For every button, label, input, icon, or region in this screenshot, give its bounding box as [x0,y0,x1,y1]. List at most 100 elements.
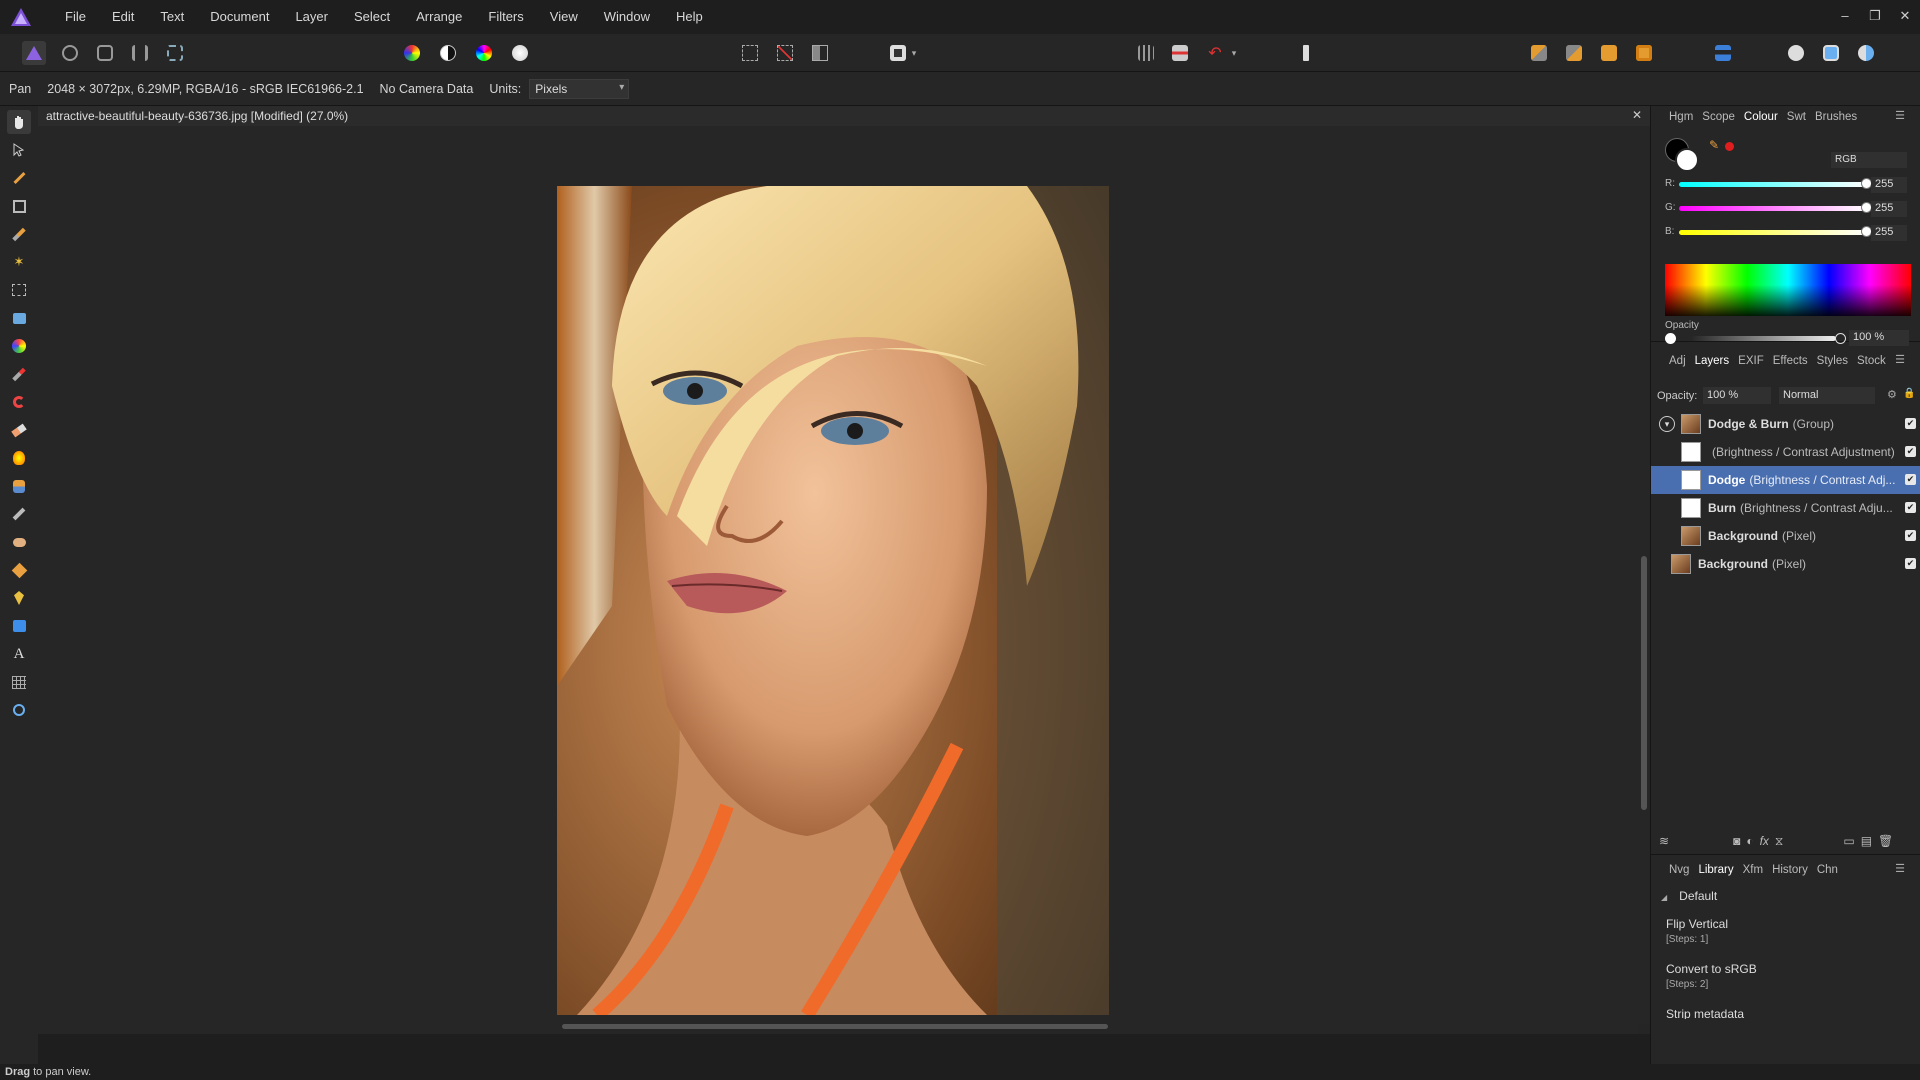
text-tool-icon[interactable]: A [7,642,31,666]
layers-panel-menu-icon[interactable]: ☰ [1895,353,1905,366]
blue-slider[interactable]: B: 255 [1665,224,1915,242]
eyedropper-icon[interactable]: ✎ [1709,138,1719,152]
quick-mask-dropdown-icon[interactable]: ▾ [908,41,920,65]
blue-value[interactable]: 255 [1871,225,1907,241]
opacity-value[interactable]: 100 % [1849,330,1909,346]
tab-history[interactable]: History [1772,864,1808,876]
tab-styles[interactable]: Styles [1817,355,1848,367]
assistant-dropdown-icon[interactable]: ▾ [1228,41,1240,65]
pen-tool-icon[interactable] [7,586,31,610]
vertical-scroll-thumb[interactable] [1641,556,1647,810]
quick-mask-icon[interactable] [886,41,910,65]
deselect-icon[interactable] [773,41,797,65]
tab-navigator[interactable]: Nvg [1669,864,1689,876]
menu-view[interactable]: View [537,0,591,34]
app-logo-icon[interactable] [4,0,38,34]
menu-document[interactable]: Document [197,0,282,34]
tab-histogram[interactable]: Hgm [1669,111,1693,123]
menu-layer[interactable]: Layer [282,0,341,34]
snapping-icon[interactable] [1134,41,1158,65]
red-slider[interactable]: R: 255 [1665,176,1915,194]
library-panel-menu-icon[interactable]: ☰ [1895,862,1905,875]
layer-row-brightness[interactable]: (Brightness / Contrast Adjustment) ✔ [1651,438,1920,466]
layer-visibility-checkbox[interactable]: ✔ [1905,446,1916,457]
new-group-icon[interactable]: ▭ [1843,834,1854,848]
move-to-front-icon[interactable] [1632,41,1656,65]
colour-spectrum[interactable] [1665,264,1911,316]
zoom-tool-icon[interactable] [7,698,31,722]
fill-stroke-swatches[interactable] [1665,138,1705,178]
develop-persona-icon[interactable] [93,41,117,65]
blemish-removal-icon[interactable] [7,502,31,526]
horizontal-scrollbar[interactable] [38,1018,1638,1034]
colour-replacement-icon[interactable] [7,390,31,414]
green-value[interactable]: 255 [1871,201,1907,217]
layer-row-dodge[interactable]: Dodge (Brightness / Contrast Adj... ✔ [1651,466,1920,494]
move-back-one-icon[interactable] [1562,41,1586,65]
adjustment-layer-icon[interactable]: ◐ [1746,834,1753,848]
macro-strip-metadata[interactable]: Strip metadata [1666,1007,1896,1019]
layer-row-background-inner[interactable]: Background (Pixel) ✔ [1651,522,1920,550]
tab-transform[interactable]: Xfm [1743,864,1763,876]
tab-layers[interactable]: Layers [1695,355,1730,367]
menu-file[interactable]: File [52,0,99,34]
layer-row-burn[interactable]: Burn (Brightness / Contrast Adju... ✔ [1651,494,1920,522]
menu-select[interactable]: Select [341,0,403,34]
layer-visibility-checkbox[interactable]: ✔ [1905,474,1916,485]
tab-colour[interactable]: Colour [1744,111,1778,123]
auto-contrast-icon[interactable] [436,41,460,65]
layer-opacity-field[interactable]: 100 % [1703,387,1771,404]
move-forward-one-icon[interactable] [1597,41,1621,65]
erase-brush-icon[interactable] [7,418,31,442]
macro-convert-srgb[interactable]: Convert to sRGB [Steps: 2] [1666,962,1896,990]
colour-picker-icon[interactable] [7,166,31,190]
layer-visibility-checkbox[interactable]: ✔ [1905,558,1916,569]
close-document-icon[interactable]: ✕ [1632,108,1642,122]
select-all-icon[interactable] [738,41,762,65]
move-to-back-icon[interactable] [1527,41,1551,65]
green-slider[interactable]: G: 255 [1665,200,1915,218]
dodge-brush-icon[interactable] [7,446,31,470]
tab-channels[interactable]: Chn [1817,864,1838,876]
mesh-warp-icon[interactable] [7,670,31,694]
document-tab[interactable]: attractive-beautiful-beauty-636736.jpg [… [38,106,1650,126]
minimize-button[interactable]: – [1830,0,1860,32]
fx-icon[interactable]: fx [1760,834,1769,848]
auto-colours-icon[interactable] [472,41,496,65]
live-filter-icon[interactable]: ⧖ [1775,834,1783,849]
red-value[interactable]: 255 [1871,177,1907,193]
menu-text[interactable]: Text [147,0,197,34]
tone-mapping-persona-icon[interactable] [128,41,152,65]
flood-select-icon[interactable]: ✶ [7,250,31,274]
tab-effects[interactable]: Effects [1773,355,1808,367]
move-tool-icon[interactable] [7,138,31,162]
blend-mode-dropdown[interactable]: Normal [1779,387,1875,404]
vertical-scrollbar[interactable] [1638,126,1650,1024]
tab-swatches[interactable]: Swt [1787,111,1806,123]
invert-selection-icon[interactable] [808,41,832,65]
menu-arrange[interactable]: Arrange [403,0,475,34]
tab-stock[interactable]: Stock [1857,355,1886,367]
delete-layer-icon[interactable]: 🗑 [1878,834,1893,848]
menu-window[interactable]: Window [591,0,663,34]
subtract-icon[interactable] [1819,41,1843,65]
layer-settings-icon[interactable]: ⚙ [1887,388,1897,401]
new-pixel-layer-icon[interactable]: ▤ [1861,834,1872,848]
intersect-icon[interactable] [1854,41,1878,65]
view-tool-hand-icon[interactable] [7,110,31,134]
crop-tool-icon[interactable] [7,194,31,218]
tab-adjustments[interactable]: Adj [1669,355,1686,367]
add-icon[interactable] [1784,41,1808,65]
layer-visibility-checkbox[interactable]: ✔ [1905,418,1916,429]
colour-model-dropdown[interactable]: RGB [1831,152,1907,168]
layer-row-background[interactable]: Background (Pixel) ✔ [1651,550,1920,578]
layer-row-group[interactable]: ▾ Dodge & Burn (Group) ✔ [1651,410,1920,438]
recent-colour-swatch[interactable] [1725,142,1734,151]
clone-brush-icon[interactable] [7,474,31,498]
photo-persona-icon[interactable] [22,41,46,65]
flood-fill-icon[interactable] [7,306,31,330]
shape-tool-icon[interactable] [7,614,31,638]
tab-brushes[interactable]: Brushes [1815,111,1857,123]
auto-white-balance-icon[interactable] [508,41,532,65]
context-toolbar-icon[interactable] [1294,41,1318,65]
